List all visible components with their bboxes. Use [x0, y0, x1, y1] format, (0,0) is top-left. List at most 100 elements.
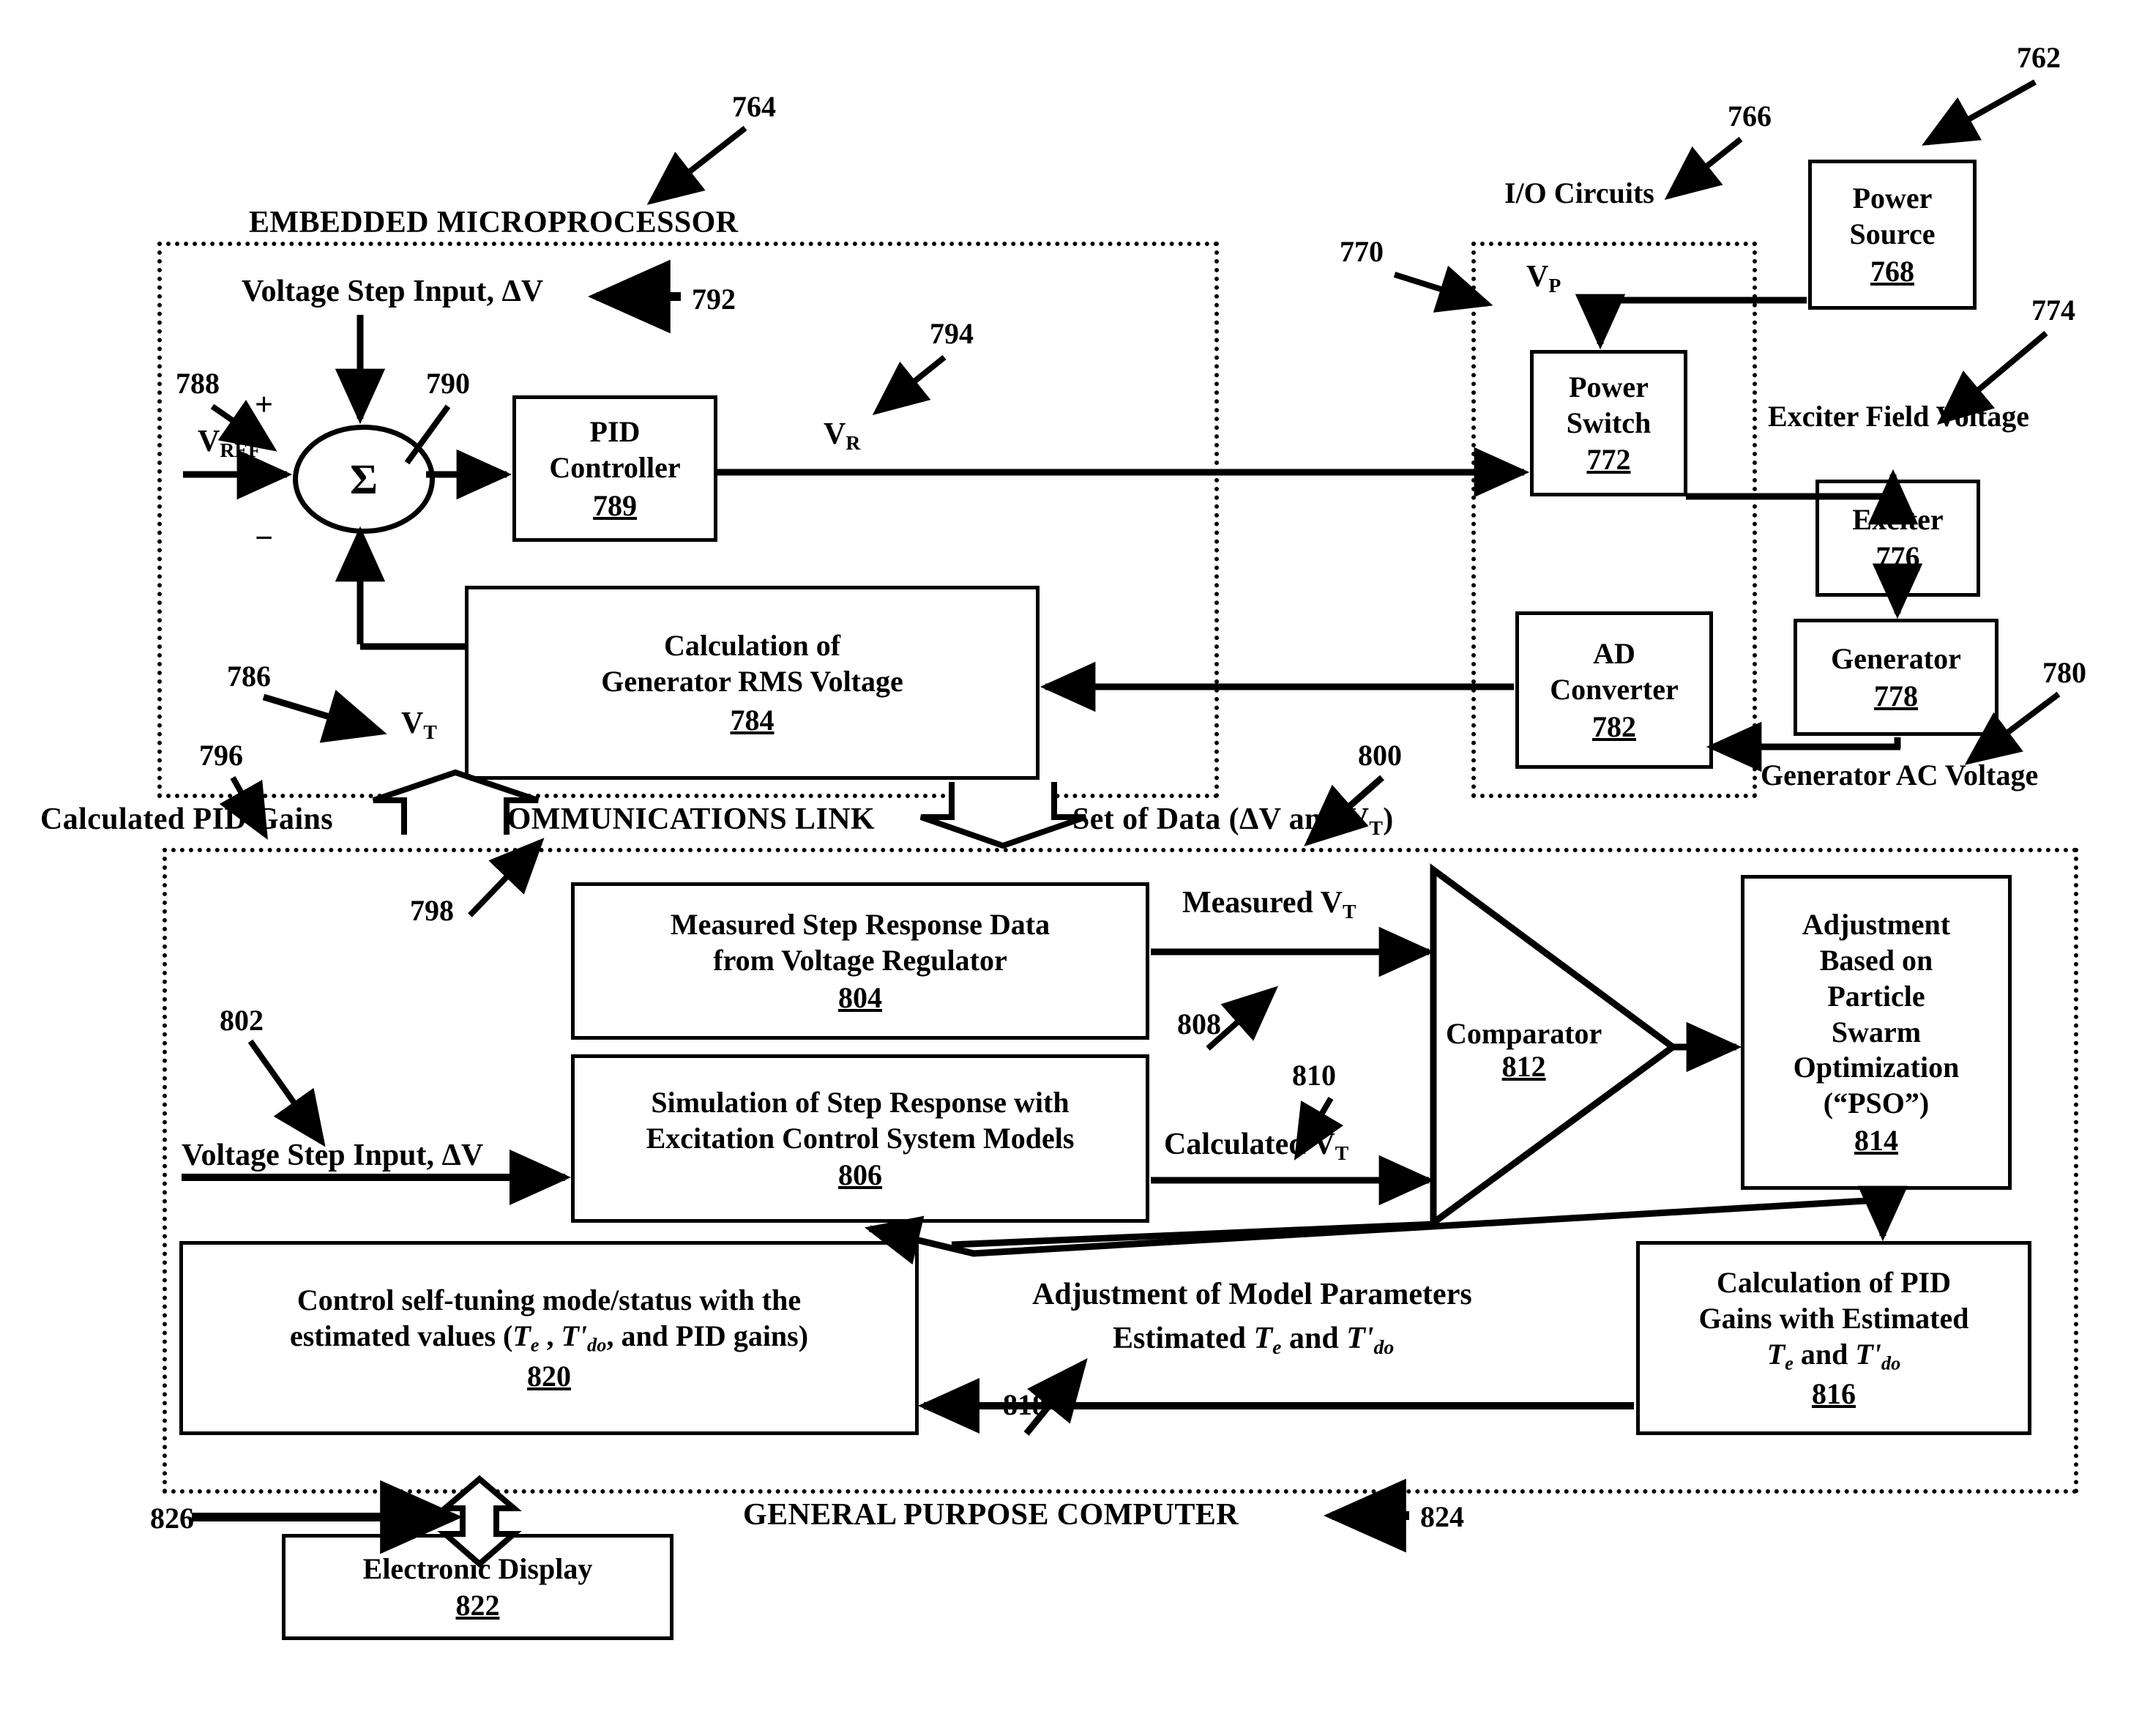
block-pid-controller-line1: PID	[589, 414, 641, 448]
enclosure-title-embedded-microprocessor: EMBEDDED MICROPROCESSOR	[249, 206, 739, 239]
block-comparator-num: 812	[1501, 1049, 1546, 1083]
enclosure-title-io-circuits: I/O Circuits	[1504, 176, 1654, 209]
block-exciter-num: 776	[1876, 540, 1920, 573]
block-pso-line5: Optimization	[1793, 1051, 1960, 1084]
block-pso-line2: Based on	[1819, 943, 1933, 977]
block-pid-controller-num: 789	[593, 489, 637, 523]
block-power-switch-line2: Switch	[1566, 406, 1652, 439]
block-measured-num: 804	[838, 980, 882, 1014]
block-power-source-line2: Source	[1849, 217, 1936, 250]
te-symbol-3: T	[1253, 1322, 1273, 1355]
ref-780: 780	[2042, 656, 2086, 689]
estimated-and: and	[1281, 1322, 1347, 1355]
ref-770: 770	[1340, 235, 1384, 268]
label-generator-ac-voltage: Generator AC Voltage	[1761, 759, 2039, 791]
block-simulation-line2: Excitation Control System Models	[646, 1121, 1075, 1155]
block-simulation-line1: Simulation of Step Response with	[651, 1085, 1070, 1119]
block-ad-converter: AD Converter 782	[1515, 611, 1713, 769]
block-simulation-step-response: Simulation of Step Response with Excitat…	[571, 1054, 1149, 1223]
estimated-prefix: Estimated	[1113, 1322, 1254, 1355]
te-subscript-2: e	[530, 1333, 540, 1355]
summing-plus-sign: +	[255, 387, 274, 422]
ref-826: 826	[150, 1502, 194, 1535]
block-pid-controller-line2: Controller	[549, 450, 681, 484]
tdo-subscript-3: do	[1373, 1335, 1395, 1358]
block-selftuning-line1: Control self-tuning mode/status with the	[296, 1283, 802, 1316]
summing-minus-sign: −	[255, 520, 274, 556]
label-measured-vt: Measured VT	[1182, 886, 1356, 923]
block-rms-line2: Generator RMS Voltage	[601, 665, 903, 698]
block-ad-num: 782	[1592, 709, 1636, 743]
patent-figure: EMBEDDED MICROPROCESSOR I/O Circuits COM…	[0, 0, 2131, 1736]
ref-818: 818	[1003, 1388, 1047, 1421]
enclosure-title-general-purpose-computer: GENERAL PURPOSE COMPUTER	[743, 1498, 1239, 1532]
label-calculated-pid-gains: Calculated PID Gains	[40, 802, 334, 836]
label-set-of-data: Set of Data (ΔV and VT)	[1072, 802, 1394, 839]
block-pso-line6: (“PSO”)	[1823, 1087, 1930, 1120]
block-rms-line1: Calculation of	[663, 629, 841, 663]
calculated-vt-subscript: T	[1335, 1141, 1349, 1164]
v-p-subscript: P	[1548, 273, 1561, 297]
ref-786: 786	[227, 660, 271, 693]
ref-766: 766	[1728, 100, 1772, 133]
block-display-line1: Electronic Display	[362, 1551, 593, 1585]
ref-762: 762	[2017, 41, 2061, 74]
block-power-switch-num: 772	[1586, 443, 1631, 477]
block-measured-step-response: Measured Step Response Data from Voltage…	[571, 882, 1149, 1040]
te-subscript: e	[1785, 1352, 1794, 1374]
ref-774: 774	[2031, 294, 2075, 327]
block-pid-gain-calculation: Calculation of PID Gains with Estimated …	[1636, 1241, 2031, 1435]
block-ad-line2: Converter	[1550, 673, 1679, 706]
label-v-p: VP	[1526, 260, 1561, 297]
block-pso-adjustment: Adjustment Based on Particle Swarm Optim…	[1741, 875, 2012, 1190]
block-comparator-label: Comparator 812	[1446, 1017, 1602, 1084]
block-comparator-line1: Comparator	[1446, 1017, 1602, 1050]
block-pso-num: 814	[1854, 1123, 1898, 1157]
v-t-subscript: T	[423, 720, 437, 743]
block-electronic-display: Electronic Display 822	[282, 1534, 673, 1640]
block-power-switch: Power Switch 772	[1530, 350, 1687, 496]
ref-794: 794	[930, 317, 974, 350]
set-of-data-subscript: T	[1369, 816, 1384, 839]
tdo-symbol: T'	[1855, 1338, 1881, 1371]
ref-790: 790	[426, 367, 470, 400]
ref-800: 800	[1358, 739, 1402, 772]
ref-824: 824	[1420, 1500, 1464, 1533]
block-exciter: Exciter 776	[1815, 480, 1980, 597]
block-generator-line1: Generator	[1831, 642, 1961, 676]
block-ad-line1: AD	[1593, 637, 1635, 671]
block-rms-num: 784	[730, 703, 775, 737]
block-pidgain-num: 816	[1812, 1376, 1856, 1410]
block-generator: Generator 778	[1794, 619, 1998, 736]
label-v-r: VR	[824, 417, 861, 454]
pidgain-and: and	[1793, 1338, 1856, 1371]
label-estimated-te-tdo: Estimated Te and T'do	[1113, 1322, 1394, 1358]
ref-792: 792	[692, 283, 736, 316]
ref-796: 796	[199, 739, 243, 772]
label-calculated-vt: Calculated VT	[1164, 1128, 1349, 1164]
label-exciter-field-voltage: Exciter Field Voltage	[1768, 400, 2029, 433]
block-exciter-line1: Exciter	[1852, 503, 1944, 537]
block-pso-line1: Adjustment	[1802, 908, 1951, 942]
block-pso-line3: Particle	[1827, 979, 1925, 1013]
block-power-source-line1: Power	[1852, 182, 1933, 215]
block-simulation-num: 806	[838, 1158, 882, 1192]
ref-808: 808	[1177, 1007, 1221, 1040]
block-power-source-num: 768	[1870, 254, 1914, 288]
tdo-subscript-2: do	[587, 1333, 607, 1355]
block-rms-calculation: Calculation of Generator RMS Voltage 784	[465, 586, 1040, 780]
label-voltage-step-input-bottom: Voltage Step Input, ΔV	[182, 1139, 484, 1172]
block-display-num: 822	[455, 1589, 500, 1623]
ref-788: 788	[176, 367, 220, 400]
tdo-symbol-2: T'	[561, 1319, 588, 1352]
label-v-t: VT	[401, 707, 437, 743]
enclosure-title-communications-link: COMMUNICATIONS LINK	[483, 802, 877, 837]
block-measured-line1: Measured Step Response Data	[670, 908, 1050, 942]
ref-764: 764	[732, 90, 776, 123]
ref-810: 810	[1292, 1059, 1336, 1092]
block-power-switch-line1: Power	[1569, 370, 1649, 403]
block-power-source: Power Source 768	[1808, 160, 1977, 310]
v-ref-subscript: REF	[220, 438, 261, 461]
label-voltage-step-input-top: Voltage Step Input, ΔV	[242, 275, 544, 308]
block-self-tuning-control: Control self-tuning mode/status with the…	[179, 1241, 919, 1435]
